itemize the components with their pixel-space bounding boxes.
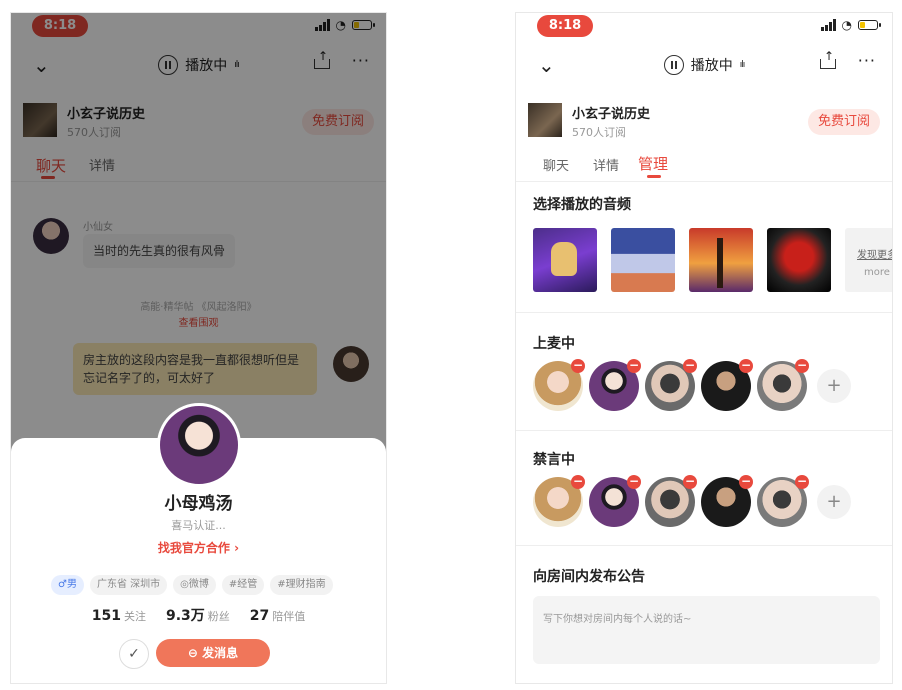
add-icon[interactable]: + [817,485,851,519]
avatar[interactable]: − [701,475,753,527]
remove-icon[interactable]: − [683,359,697,373]
add-icon[interactable]: + [817,369,851,403]
remove-icon[interactable]: − [739,359,753,373]
tag-gender: ♂男 [51,575,84,595]
section-title: 上麦中 [533,336,575,352]
remove-icon[interactable]: − [627,359,641,373]
profile-verified: 喜马认证... [171,519,226,532]
left-phone-screen: 8:18 ◔ ⌄ 播放中 ılı ↑ ··· 小玄子说历史 570人订阅 免费订… [10,12,387,684]
notice-section: 向房间内发布公告 写下你想对房间内每个人说的话~ [516,546,892,683]
podcast-header: 小玄子说历史 570人订阅 免费订阅 [516,89,892,145]
podcast-name: 小玄子说历史 [572,107,651,122]
remove-icon[interactable]: − [627,475,641,489]
avatar[interactable]: − [533,359,585,411]
audio-section: 选择播放的音频 发现更多 more [516,182,892,313]
discover-more-button[interactable]: 发现更多 more [845,228,892,292]
section-title: 禁言中 [533,452,575,468]
status-time: 8:18 [537,15,593,37]
audio-thumb[interactable] [767,228,831,292]
remove-icon[interactable]: − [571,359,585,373]
battery-icon [858,20,881,30]
avatar[interactable]: − [701,359,753,411]
profile-name: 小母鸡汤 [164,494,233,514]
audio-thumb[interactable] [611,228,675,292]
cooperate-link[interactable]: 找我官方合作 › [11,539,386,556]
podcast-subscribers: 570人订阅 [572,126,626,139]
audio-thumb[interactable] [689,228,753,292]
remove-icon[interactable]: − [571,475,585,489]
signal-icon [820,19,836,31]
wifi-icon: ◔ [841,18,852,32]
tab-indicator [647,175,661,178]
top-nav: ⌄ 播放中 ılı ↑ ··· [516,41,892,89]
chevron-right-icon: › [234,541,240,555]
more-icon[interactable]: ··· [858,51,876,70]
avatar[interactable]: − [589,475,641,527]
remove-icon[interactable]: − [739,475,753,489]
muted-avatars: − − − − − + [533,475,851,527]
subscribe-button[interactable]: 免费订阅 [808,109,880,135]
tab-details[interactable]: 详情 [593,155,619,174]
section-title: 向房间内发布公告 [533,569,645,585]
pause-icon[interactable] [663,55,684,75]
remove-icon[interactable]: − [795,359,809,373]
tag-topic: #经管 [221,575,265,595]
tag-location: 广东省 深圳市 [89,575,168,595]
podcast-cover[interactable] [528,103,562,137]
share-icon[interactable]: ↑ [820,49,836,69]
avatar[interactable]: − [589,359,641,411]
section-title: 选择播放的音频 [533,197,631,213]
profile-stats: 151 关注 9.3万 粉丝 27 陪伴值 [11,605,386,625]
follow-check-button[interactable]: ✓ [119,639,149,669]
send-message-button[interactable]: ⊖ 发消息 [156,639,270,667]
audio-thumb[interactable] [533,228,597,292]
avatar[interactable]: − [757,475,809,527]
avatar[interactable]: − [533,475,585,527]
profile-tags: ♂男 广东省 深圳市 ◎微博 #经管 #理财指南 [51,575,366,595]
tab-chat[interactable]: 聊天 [543,155,569,174]
tab-bar: 聊天 详情 管理 [516,145,892,182]
avatar[interactable]: − [645,475,697,527]
stat-fans[interactable]: 9.3万 粉丝 [166,605,230,625]
stat-following[interactable]: 151 关注 [92,608,146,624]
remove-icon[interactable]: − [683,475,697,489]
avatar[interactable]: − [645,359,697,411]
on-mic-section: 上麦中 − − − − − + [516,313,892,431]
notice-input[interactable]: 写下你想对房间内每个人说的话~ [533,596,880,664]
audio-thumbnails: 发现更多 more [533,228,892,292]
stat-companion: 27 陪伴值 [249,608,306,624]
remove-icon[interactable]: − [795,475,809,489]
on-mic-avatars: − − − − − + [533,359,851,411]
profile-avatar [157,403,241,487]
avatar[interactable]: − [757,359,809,411]
tab-manage[interactable]: 管理 [638,153,668,174]
status-bar: 8:18 ◔ [516,13,892,41]
wave-icon: ılı [739,60,745,70]
playing-label: 播放中 [690,58,733,74]
tag-topic: #理财指南 [270,575,333,595]
right-phone-screen: 8:18 ◔ ⌄ 播放中 ılı ↑ ··· 小玄子说历史 570人订阅 免费订… [515,12,893,684]
muted-section: 禁言中 − − − − − + [516,431,892,546]
tag-weibo[interactable]: ◎微博 [173,575,216,595]
